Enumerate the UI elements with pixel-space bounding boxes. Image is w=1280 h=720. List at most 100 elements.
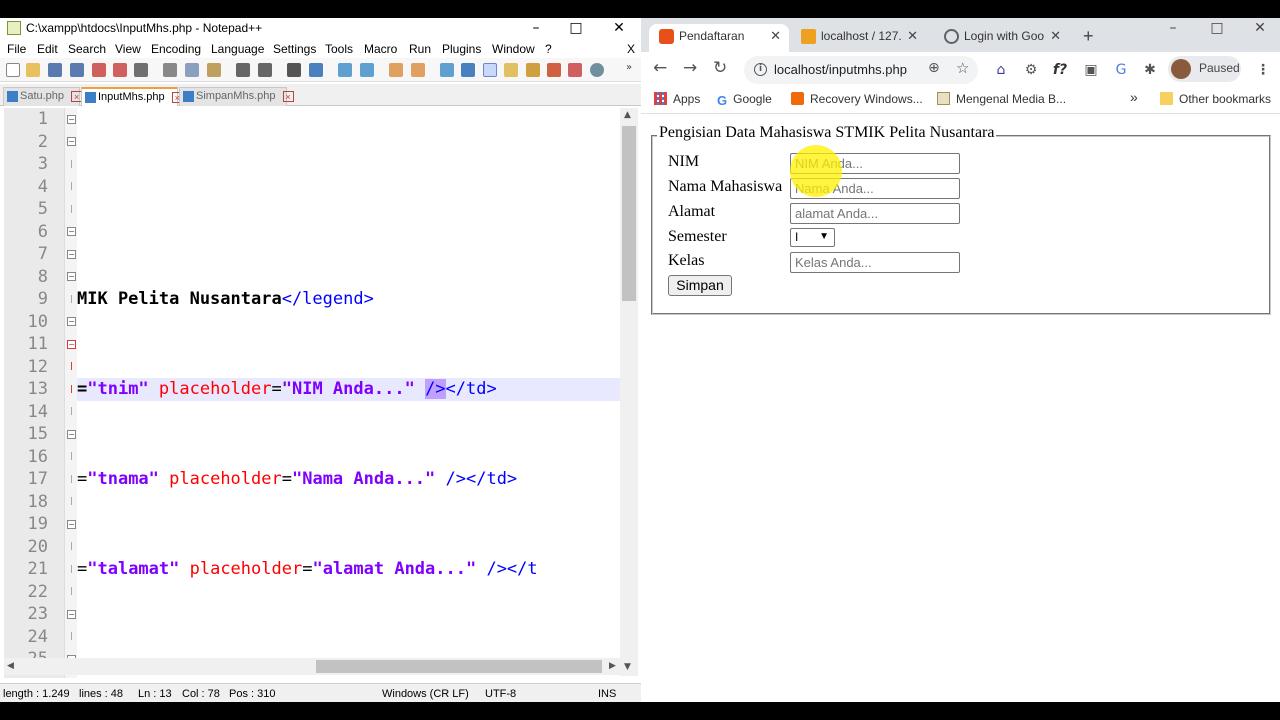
- function-list-icon[interactable]: [547, 63, 561, 77]
- kelas-input[interactable]: Kelas Anda...: [790, 252, 960, 273]
- menu-run[interactable]: Run: [409, 42, 431, 56]
- save-icon[interactable]: [48, 63, 62, 77]
- fold-toggle-icon[interactable]: −: [67, 520, 76, 529]
- extension-translate-icon[interactable]: G: [1111, 60, 1131, 80]
- close-file-icon[interactable]: [92, 63, 106, 77]
- chrome-minimize-button[interactable]: –: [1151, 18, 1195, 40]
- show-all-chars-icon[interactable]: [461, 63, 475, 77]
- extension-gear-icon[interactable]: ⚙: [1021, 60, 1041, 80]
- chrome-menu-kebab-icon[interactable]: ⋮: [1253, 60, 1273, 80]
- bookmarks-overflow-icon[interactable]: »: [1130, 89, 1138, 105]
- tab-close-icon[interactable]: ✕: [770, 24, 781, 48]
- zoom-in-icon[interactable]: [338, 63, 352, 77]
- sync-scroll-v-icon[interactable]: [389, 63, 403, 77]
- tab-simpanmhs-php[interactable]: SimpanMhs.php ×: [179, 87, 294, 106]
- tab-close-icon[interactable]: ×: [282, 90, 294, 102]
- reload-icon[interactable]: ↻: [713, 58, 727, 78]
- horizontal-scrollbar[interactable]: ◀ ▶: [4, 658, 620, 675]
- replace-icon[interactable]: [309, 63, 323, 77]
- extension-formula-icon[interactable]: f?: [1050, 60, 1070, 80]
- cut-icon[interactable]: [163, 63, 177, 77]
- paste-icon[interactable]: [207, 63, 221, 77]
- tab-close-icon[interactable]: ✕: [907, 24, 918, 48]
- bookmark-mengenal-media[interactable]: Mengenal Media B...: [937, 92, 1066, 106]
- monitor-icon[interactable]: [590, 63, 604, 77]
- other-bookmarks[interactable]: Other bookmarks: [1160, 92, 1271, 106]
- find-icon[interactable]: [287, 63, 301, 77]
- code-editor[interactable]: MIK Pelita Nusantara</legend> ="tnim" pl…: [77, 108, 620, 678]
- extensions-puzzle-icon[interactable]: ✱: [1140, 60, 1160, 80]
- menu-tools[interactable]: Tools: [325, 42, 353, 56]
- menu-help[interactable]: ?: [545, 42, 552, 56]
- menu-file[interactable]: File: [7, 42, 26, 56]
- tab-satu-php[interactable]: Satu.php ×: [3, 87, 83, 106]
- semester-select[interactable]: I ▼: [790, 228, 835, 247]
- save-all-icon[interactable]: [70, 63, 84, 77]
- menu-edit[interactable]: Edit: [37, 42, 58, 56]
- fold-toggle-icon[interactable]: −: [67, 610, 76, 619]
- tab-phpmyadmin[interactable]: localhost / 127.0 ✕: [791, 24, 926, 52]
- scroll-right-arrow-icon[interactable]: ▶: [609, 661, 616, 671]
- chrome-close-button[interactable]: ✕: [1238, 18, 1280, 40]
- address-bar[interactable]: i localhost/inputmhs.php ⊕ ☆: [744, 56, 978, 84]
- bookmark-recovery-windows[interactable]: Recovery Windows...: [791, 92, 923, 106]
- chrome-maximize-button[interactable]: □: [1195, 18, 1239, 40]
- record-macro-icon[interactable]: [568, 63, 582, 77]
- menu-macro[interactable]: Macro: [364, 42, 397, 56]
- scroll-down-arrow-icon[interactable]: ▼: [624, 662, 631, 672]
- tab-inputmhs-php[interactable]: InputMhs.php ×: [81, 87, 183, 106]
- tab-close-icon[interactable]: ✕: [1050, 24, 1061, 48]
- fold-toggle-icon[interactable]: −: [67, 137, 76, 146]
- close-button[interactable]: ✕: [597, 18, 641, 40]
- fold-toggle-icon[interactable]: −: [67, 340, 76, 349]
- tab-login-google[interactable]: Login with Goo ✕: [934, 24, 1069, 52]
- redo-icon[interactable]: [258, 63, 272, 77]
- tab-pendaftaran[interactable]: Pendaftaran ✕: [649, 24, 789, 52]
- zoom-out-icon[interactable]: [360, 63, 374, 77]
- scroll-left-arrow-icon[interactable]: ◀: [7, 661, 14, 671]
- profile-button[interactable]: Paused: [1168, 56, 1241, 82]
- new-file-icon[interactable]: [6, 63, 20, 77]
- menu-plugins[interactable]: Plugins: [442, 42, 481, 56]
- open-file-icon[interactable]: [26, 63, 40, 77]
- fold-toggle-icon[interactable]: −: [67, 272, 76, 281]
- back-arrow-icon[interactable]: ←: [653, 58, 667, 78]
- print-icon[interactable]: [134, 63, 148, 77]
- menu-window[interactable]: Window: [492, 42, 535, 56]
- word-wrap-icon[interactable]: [440, 63, 454, 77]
- maximize-button[interactable]: □: [554, 18, 598, 40]
- extension-graduation-icon[interactable]: ⌂: [991, 60, 1011, 80]
- horizontal-scroll-thumb[interactable]: [316, 660, 602, 673]
- bookmark-apps[interactable]: Apps: [654, 92, 700, 106]
- fold-toggle-icon[interactable]: −: [67, 115, 76, 124]
- menu-view[interactable]: View: [115, 42, 141, 56]
- undo-icon[interactable]: [236, 63, 250, 77]
- fold-toggle-icon[interactable]: −: [67, 250, 76, 259]
- fold-toggle-icon[interactable]: −: [67, 430, 76, 439]
- alamat-input[interactable]: alamat Anda...: [790, 203, 960, 224]
- bookmark-star-icon[interactable]: ☆: [956, 59, 969, 77]
- doc-map-icon[interactable]: [526, 63, 540, 77]
- menu-language[interactable]: Language: [211, 42, 264, 56]
- new-tab-button[interactable]: +: [1083, 24, 1103, 52]
- extension-screen-icon[interactable]: ▣: [1081, 60, 1101, 80]
- sync-scroll-h-icon[interactable]: [411, 63, 425, 77]
- vertical-scrollbar[interactable]: ▲ ▼: [620, 108, 638, 676]
- menu-close-doc[interactable]: X: [627, 42, 635, 56]
- zoom-icon[interactable]: ⊕: [928, 60, 940, 76]
- copy-icon[interactable]: [185, 63, 199, 77]
- indent-guide-icon[interactable]: [483, 63, 497, 77]
- vertical-scroll-thumb[interactable]: [622, 126, 636, 301]
- menu-encoding[interactable]: Encoding: [151, 42, 201, 56]
- menu-search[interactable]: Search: [68, 42, 106, 56]
- fold-toggle-icon[interactable]: −: [67, 227, 76, 236]
- udl-icon[interactable]: [504, 63, 518, 77]
- forward-arrow-icon[interactable]: →: [683, 58, 697, 78]
- menu-settings[interactable]: Settings: [273, 42, 316, 56]
- simpan-button[interactable]: Simpan: [668, 275, 732, 296]
- minimize-button[interactable]: –: [514, 18, 558, 40]
- fold-toggle-icon[interactable]: −: [67, 317, 76, 326]
- toolbar-overflow-icon[interactable]: »: [626, 63, 636, 77]
- scroll-up-arrow-icon[interactable]: ▲: [624, 110, 631, 120]
- site-info-icon[interactable]: i: [754, 63, 767, 76]
